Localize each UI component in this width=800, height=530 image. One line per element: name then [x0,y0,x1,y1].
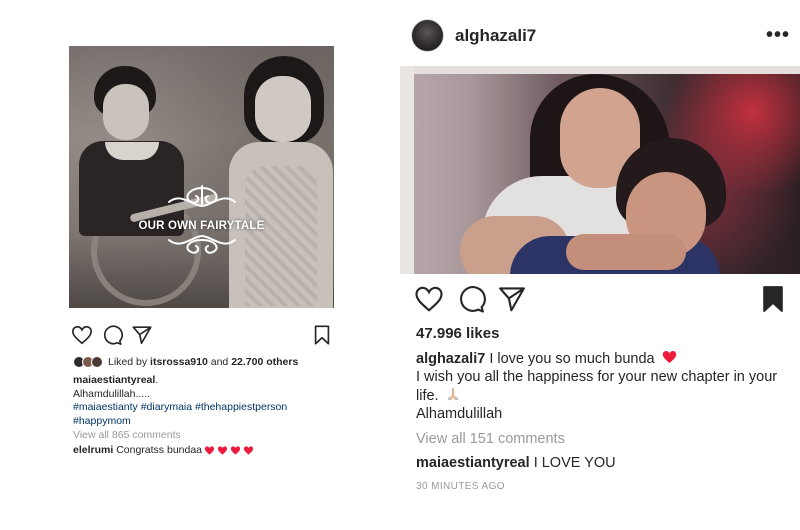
red-heart-icon [204,445,215,455]
hashtag[interactable]: #maiaestianty [73,401,138,413]
speech-bubble-icon[interactable] [101,324,123,346]
paper-plane-icon[interactable] [497,284,527,314]
heart-outline-icon[interactable] [414,284,444,314]
bookmark-icon[interactable] [311,324,333,346]
liked-by-row: Liked by itsrossa910 and 22.700 others [73,354,298,370]
avatar [91,356,103,368]
more-options-icon[interactable]: ••• [766,24,790,47]
girl-face [255,76,311,142]
speech-bubble-icon[interactable] [456,284,486,314]
left-action-bar [71,324,335,348]
view-all-comments-link[interactable]: View all 865 comments [73,429,181,441]
comment-text: Congratss bundaa [116,444,203,456]
right-action-bar [400,284,800,314]
left-caption: maiaestiantyreal. Alhamdulillah..... #ma… [73,374,335,428]
caption-line-3: Alhamdulillah [416,406,503,422]
comment-username[interactable]: elelrumi [73,444,113,456]
avatar[interactable] [411,19,444,52]
liked-by-and: and [210,356,229,368]
right-post-header: alghazali7 ••• [400,14,800,58]
photo-overlay-text: OUR OWN FAIRYTALE [138,220,265,232]
liked-by-others[interactable]: 22.700 others [231,356,298,368]
comment-row: elelrumi Congratss bundaa [73,444,254,456]
paper-plane-icon[interactable] [131,324,153,346]
red-heart-icon [662,351,676,363]
hashtag[interactable]: #thehappiestperson [195,401,287,413]
caption-line-1: I love you so much bunda [489,351,655,367]
comment-text: I LOVE YOU [533,455,616,471]
red-heart-icon [230,445,241,455]
bookmark-icon[interactable] [758,284,788,314]
caption-username[interactable]: maiaestiantyreal [73,374,155,386]
comment-username[interactable]: maiaestiantyreal [416,455,530,471]
comment-row: maiaestiantyreal I LOVE YOU [416,455,616,471]
boy-arm [566,234,686,270]
caption-line-2: I wish you all the happiness for your ne… [416,369,778,404]
caption-username-suffix: . [155,374,159,386]
liker-avatars[interactable] [73,356,103,368]
photo-print-edge [400,66,800,74]
boy-face [103,84,149,140]
right-post-photo[interactable] [400,66,800,274]
liked-by-prefix: Liked by [108,356,148,368]
hashtag[interactable]: #happymom [73,415,131,427]
liked-by-user[interactable]: itsrossa910 [150,356,208,368]
right-caption: alghazali7 I love you so much bunda I wi… [416,349,786,423]
caption-text: Alhamdulillah..... [73,387,151,400]
likes-count[interactable]: 47.996 likes [416,325,499,342]
girl-dress-pattern [245,166,317,306]
praying-hands-icon [447,388,458,401]
photo-print-edge [400,66,414,274]
heart-outline-icon[interactable] [71,324,93,346]
caption-username[interactable]: alghazali7 [416,351,485,367]
left-post-photo[interactable]: OUR OWN FAIRYTALE [69,46,334,308]
view-all-comments-link[interactable]: View all 151 comments [416,431,565,447]
post-timestamp: 30 MINUTES AGO [416,481,505,492]
red-heart-icon [217,445,228,455]
red-heart-icon [243,445,254,455]
post-username[interactable]: alghazali7 [455,26,536,46]
hashtag[interactable]: #diarymaia [141,401,192,413]
